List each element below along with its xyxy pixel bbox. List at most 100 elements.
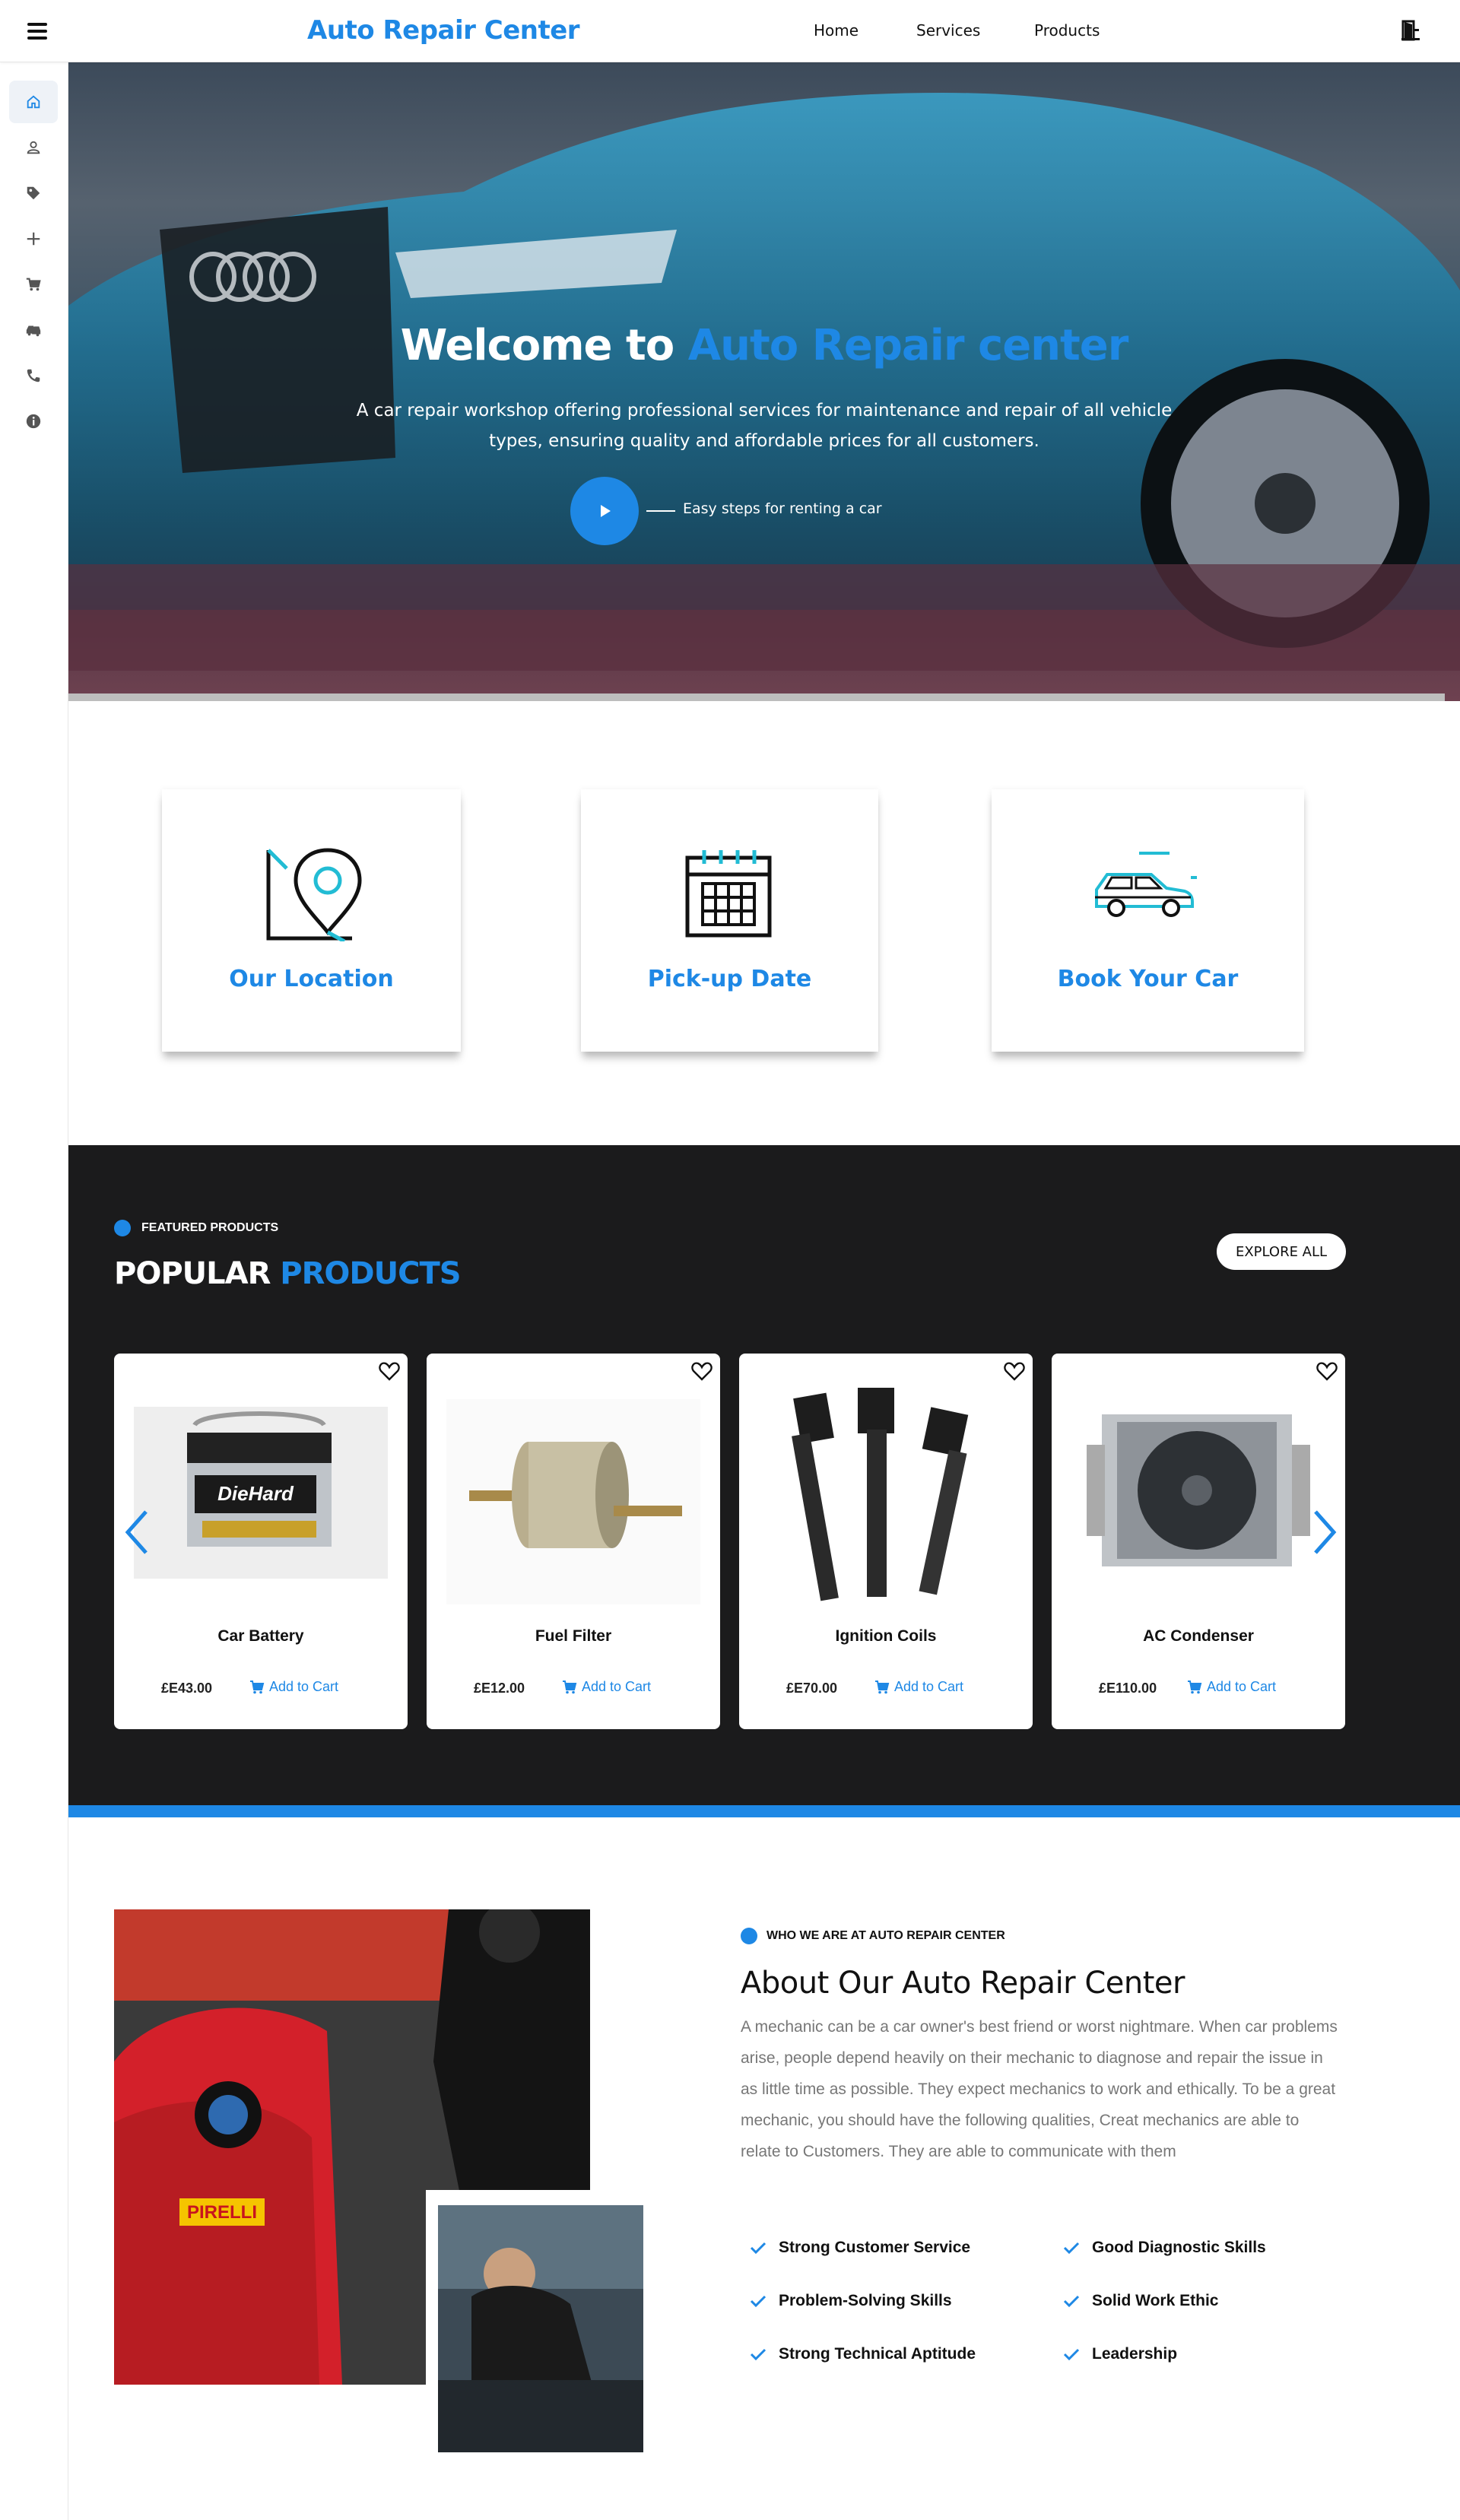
feature-title: Pick-up Date bbox=[647, 966, 812, 992]
plus-icon bbox=[27, 232, 40, 246]
cart-icon bbox=[1188, 1680, 1202, 1693]
cart-icon bbox=[250, 1680, 265, 1693]
hero-title-accent: Auto Repair center bbox=[687, 321, 1129, 370]
products-title: POPULAR PRODUCTS bbox=[114, 1256, 462, 1291]
product-price: £E110.00 bbox=[1099, 1681, 1157, 1696]
svg-text:PIRELLI: PIRELLI bbox=[187, 2202, 257, 2223]
product-price: £E70.00 bbox=[786, 1681, 838, 1696]
product-card[interactable]: Ignition Coils £E70.00 Add to Cart bbox=[739, 1354, 1033, 1729]
product-name: Car Battery bbox=[217, 1627, 304, 1645]
heart-icon[interactable] bbox=[691, 1361, 713, 1381]
section-accent-bar bbox=[68, 1805, 1460, 1817]
add-to-cart-button[interactable]: Add to Cart bbox=[874, 1679, 963, 1695]
product-name: Ignition Coils bbox=[835, 1627, 937, 1645]
product-name: Fuel Filter bbox=[535, 1627, 612, 1645]
product-card[interactable]: Fuel Filter £E12.00 Add to Cart bbox=[427, 1354, 720, 1729]
about-title: About Our Auto Repair Center bbox=[741, 1966, 1185, 2001]
products-eyebrow: FEATURED PRODUCTS bbox=[114, 1220, 278, 1236]
quality-label: Good Diagnostic Skills bbox=[1092, 2239, 1266, 2256]
about-eyebrow-text: WHO WE ARE AT AUTO REPAIR CENTER bbox=[766, 1929, 1005, 1942]
quality-label: Leadership bbox=[1092, 2345, 1178, 2363]
add-to-cart-label: Add to Cart bbox=[582, 1679, 652, 1694]
feature-card-book[interactable]: Book Your Car bbox=[992, 789, 1304, 1052]
about-paragraph: A mechanic can be a car owner's best fri… bbox=[741, 2018, 1338, 2160]
heart-icon[interactable] bbox=[1316, 1361, 1338, 1381]
phone-icon bbox=[27, 369, 40, 382]
feature-title: Our Location bbox=[229, 966, 394, 992]
ac-condenser-image bbox=[1087, 1414, 1310, 1566]
add-to-cart-button[interactable]: Add to Cart bbox=[249, 1679, 338, 1695]
sidebar-item-add[interactable] bbox=[9, 217, 58, 260]
products-title-prefix: POPULAR bbox=[114, 1256, 281, 1291]
mechanic-engine-image bbox=[426, 2190, 649, 2458]
fuel-filter-image bbox=[446, 1399, 700, 1604]
add-to-cart-label: Add to Cart bbox=[269, 1679, 339, 1694]
check-icon bbox=[750, 2295, 766, 2308]
nav-products-link[interactable]: Products bbox=[1034, 21, 1100, 40]
quality-item: Problem-Solving Skills bbox=[750, 2292, 952, 2310]
hero-title-prefix: Welcome to bbox=[400, 321, 688, 370]
svg-text:DieHard: DieHard bbox=[217, 1482, 294, 1505]
feature-title: Book Your Car bbox=[1057, 966, 1239, 992]
car-icon bbox=[1095, 852, 1197, 917]
about-eyebrow: WHO WE ARE AT AUTO REPAIR CENTER bbox=[741, 1928, 1005, 1944]
quality-item: Strong Customer Service bbox=[750, 2239, 970, 2257]
sidebar-item-home[interactable] bbox=[9, 81, 58, 123]
menu-icon[interactable] bbox=[27, 23, 47, 40]
sidebar-item-cart[interactable] bbox=[9, 263, 58, 306]
product-card[interactable]: DieHard Car Battery £E43.00 Add to Cart bbox=[114, 1354, 408, 1729]
add-to-cart-label: Add to Cart bbox=[894, 1679, 964, 1694]
carousel-prev-arrow[interactable] bbox=[123, 1509, 151, 1556]
add-to-cart-button[interactable]: Add to Cart bbox=[562, 1679, 651, 1695]
check-icon bbox=[1063, 2295, 1080, 2308]
feature-card-pickup[interactable]: Pick-up Date bbox=[581, 789, 878, 1052]
sidebar-item-phone[interactable] bbox=[9, 354, 58, 397]
quality-label: Strong Customer Service bbox=[779, 2239, 971, 2256]
ignition-coils-image bbox=[792, 1388, 969, 1601]
bullet-dot bbox=[114, 1220, 131, 1236]
home-icon bbox=[27, 95, 40, 109]
tag-icon bbox=[27, 186, 40, 200]
quality-item: Strong Technical Aptitude bbox=[750, 2345, 976, 2363]
calendar-icon bbox=[685, 850, 772, 938]
sidebar-item-info[interactable] bbox=[9, 400, 58, 443]
product-price: £E12.00 bbox=[474, 1681, 525, 1696]
brand-logo[interactable]: Auto Repair Center bbox=[307, 15, 580, 46]
cart-icon bbox=[26, 278, 41, 291]
sidebar-item-user[interactable] bbox=[9, 126, 58, 169]
heart-icon[interactable] bbox=[379, 1361, 400, 1381]
add-to-cart-button[interactable]: Add to Cart bbox=[1187, 1679, 1276, 1695]
nav-services-link[interactable]: Services bbox=[916, 21, 980, 40]
check-icon bbox=[750, 2242, 766, 2255]
play-button[interactable] bbox=[570, 477, 639, 545]
logout-icon[interactable] bbox=[1401, 20, 1420, 41]
hero-title: Welcome to Auto Repair center bbox=[68, 321, 1460, 370]
product-card[interactable]: AC Condenser £E110.00 Add to Cart bbox=[1052, 1354, 1345, 1729]
product-price: £E43.00 bbox=[161, 1681, 213, 1696]
sidebar-item-tags[interactable] bbox=[9, 172, 58, 214]
products-title-accent: PRODUCTS bbox=[280, 1256, 461, 1291]
sidebar-item-cars[interactable] bbox=[9, 309, 58, 351]
quality-label: Problem-Solving Skills bbox=[779, 2292, 952, 2309]
carousel-next-arrow[interactable] bbox=[1311, 1509, 1338, 1556]
hero-car-image bbox=[68, 93, 1460, 671]
quality-item: Good Diagnostic Skills bbox=[1063, 2239, 1266, 2257]
check-icon bbox=[1063, 2242, 1080, 2255]
location-icon bbox=[266, 848, 362, 941]
quality-item: Leadership bbox=[1063, 2345, 1177, 2363]
nav-home-link[interactable]: Home bbox=[814, 21, 859, 40]
quality-label: Solid Work Ethic bbox=[1092, 2292, 1219, 2309]
products-section: FEATURED PRODUCTS POPULAR PRODUCTS EXPLO… bbox=[68, 1145, 1460, 1816]
product-name: AC Condenser bbox=[1143, 1627, 1254, 1645]
quality-label: Strong Technical Aptitude bbox=[779, 2345, 976, 2363]
hero-divider bbox=[68, 693, 1445, 701]
check-icon bbox=[750, 2348, 766, 2361]
add-to-cart-label: Add to Cart bbox=[1207, 1679, 1277, 1694]
play-label: Easy steps for renting a car bbox=[683, 500, 882, 517]
hero-banner: Welcome to Auto Repair center A car repa… bbox=[68, 62, 1460, 701]
bullet-dot bbox=[741, 1928, 757, 1944]
top-bar: Auto Repair Center Home Services Product… bbox=[0, 0, 1460, 62]
feature-card-location[interactable]: Our Location bbox=[162, 789, 461, 1052]
divider-line bbox=[646, 510, 675, 512]
explore-all-button[interactable]: EXPLORE ALL bbox=[1217, 1233, 1346, 1270]
